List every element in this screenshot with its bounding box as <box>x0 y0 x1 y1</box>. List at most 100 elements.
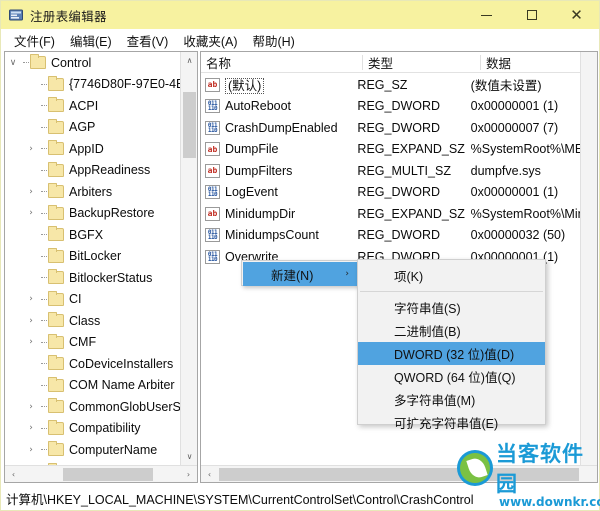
folder-icon <box>48 75 64 91</box>
status-bar-path: 计算机\HKEY_LOCAL_MACHINE\SYSTEM\CurrentCon… <box>6 492 474 507</box>
tree-item[interactable]: › BackupRestore <box>5 203 180 225</box>
tree-item[interactable]: AppReadiness <box>5 160 180 182</box>
close-button[interactable]: ✕ <box>554 1 599 29</box>
tree-item-label: COM Name Arbiter <box>69 378 175 392</box>
tree-item[interactable]: BGFX <box>5 224 180 246</box>
value-name: LogEvent <box>225 185 278 200</box>
tree-item[interactable]: › Arbiters <box>5 181 180 203</box>
values-scroll-left-icon[interactable]: ‹ <box>201 466 218 483</box>
folder-icon <box>48 204 64 220</box>
chevron-right-icon[interactable]: › <box>23 208 39 218</box>
chevron-right-icon[interactable]: › <box>23 423 39 433</box>
minimize-button[interactable] <box>464 1 509 29</box>
submenu-item[interactable]: 二进制值(B) <box>358 319 545 342</box>
values-scroll-up-icon[interactable] <box>581 52 597 69</box>
close-icon: ✕ <box>570 5 583 24</box>
menu-favorites[interactable]: 收藏夹(A) <box>177 29 246 52</box>
tree-hscroll-thumb[interactable] <box>63 468 153 481</box>
values-vertical-scrollbar[interactable] <box>580 52 597 465</box>
value-row[interactable]: 011 110 AutoReboot REG_DWORD 0x00000001 (1) <box>201 96 581 118</box>
tree-connector <box>39 126 48 128</box>
tree-horizontal-scrollbar[interactable]: ‹ › <box>5 465 197 482</box>
column-header-data-label: 数据 <box>486 56 512 71</box>
folder-icon <box>48 441 64 457</box>
folder-icon <box>48 226 64 242</box>
value-data: (数值未设置) <box>470 79 542 94</box>
column-header-name[interactable]: 名称 <box>201 52 363 73</box>
scroll-up-icon[interactable]: ∧ <box>181 52 197 69</box>
submenu-item[interactable]: 可扩充字符串值(E) <box>358 411 545 434</box>
chevron-right-icon[interactable]: › <box>23 445 39 455</box>
menu-help[interactable]: 帮助(H) <box>246 29 303 52</box>
string-value-icon: ab <box>205 142 220 157</box>
tree-vertical-scrollbar[interactable]: ∧ ∨ <box>180 52 197 465</box>
tree-item-label: BitlockerStatus <box>69 270 153 285</box>
tree-item-label: ComputerName <box>69 442 158 457</box>
tree-item[interactable]: › CommonGlobUserSett <box>5 396 180 418</box>
tree-item[interactable]: BitLocker <box>5 246 180 268</box>
tree-item-label: BackupRestore <box>69 206 155 220</box>
values-horizontal-scrollbar[interactable]: ‹ <box>201 465 597 482</box>
value-row[interactable]: 011 110 LogEvent REG_DWORD 0x00000001 (1) <box>201 182 581 204</box>
tree-item[interactable]: › Class <box>5 310 180 332</box>
chevron-right-icon[interactable]: › <box>23 337 39 347</box>
value-row[interactable]: ab MinidumpDir REG_EXPAND_SZ %SystemRoot%\M… <box>201 203 581 225</box>
tree-connector <box>39 277 48 279</box>
folder-icon <box>48 333 64 349</box>
tree-item-label: Class <box>69 313 101 328</box>
submenu-item[interactable]: DWORD (32 位)值(D) <box>358 342 545 365</box>
value-type: REG_EXPAND_SZ <box>357 142 465 157</box>
chevron-right-icon[interactable]: › <box>23 316 39 326</box>
tree-item[interactable]: › CI <box>5 289 180 311</box>
value-data: 0x00000007 (7) <box>470 120 559 135</box>
menu-edit[interactable]: 编辑(E) <box>64 29 121 52</box>
column-header-data[interactable]: 数据 <box>481 52 581 73</box>
tree-item[interactable]: ACPI <box>5 95 180 117</box>
value-row[interactable]: ab DumpFilters REG_MULTI_SZ dumpfve.sys <box>201 160 581 182</box>
menu-file[interactable]: 文件(F) <box>8 29 64 52</box>
tree-item[interactable]: ∨ Control <box>5 52 180 74</box>
tree-item-label: Arbiters <box>69 184 113 199</box>
binary-value-icon: 011 110 <box>205 185 220 200</box>
tree-item[interactable]: BitlockerStatus <box>5 267 180 289</box>
tree-connector <box>39 105 48 107</box>
chevron-right-icon[interactable]: › <box>23 402 39 412</box>
tree-item[interactable]: {7746D80F-97E0-4E26- <box>5 74 180 96</box>
tree-item[interactable]: › Compatibility <box>5 418 180 440</box>
tree-item[interactable]: › ComputerName <box>5 439 180 461</box>
value-row[interactable]: 011 110 CrashDumpEnabled REG_DWORD 0x0000000… <box>201 117 581 139</box>
tree-item[interactable]: COM Name Arbiter <box>5 375 180 397</box>
folder-icon <box>30 54 46 70</box>
chevron-right-icon[interactable]: › <box>23 294 39 304</box>
tree-connector <box>21 62 30 64</box>
context-menu-item-new[interactable]: 新建(N) › <box>243 262 358 286</box>
menu-view[interactable]: 查看(V) <box>121 29 178 52</box>
chevron-right-icon[interactable]: › <box>23 187 39 197</box>
tree-item[interactable]: › AppID <box>5 138 180 160</box>
folder-icon <box>48 97 64 113</box>
scroll-left-icon[interactable]: ‹ <box>5 466 22 483</box>
value-row[interactable]: ab (默认) REG_SZ (数值未设置) <box>201 74 581 96</box>
scroll-right-icon[interactable]: › <box>180 466 197 483</box>
submenu-item[interactable]: 多字符串值(M) <box>358 388 545 411</box>
submenu-item[interactable]: 项(K) <box>358 264 545 287</box>
maximize-button[interactable] <box>509 1 554 29</box>
submenu-item[interactable]: 字符串值(S) <box>358 296 545 319</box>
chevron-right-icon[interactable]: › <box>23 144 39 154</box>
values-scroll-down-icon[interactable] <box>581 448 597 465</box>
tree-item[interactable]: AGP <box>5 117 180 139</box>
values-hscroll-thumb[interactable] <box>219 468 579 481</box>
registry-tree-pane: ∨ Control {7746D80F-97E0-4E26- ACPI AGP › AppI… <box>4 51 198 483</box>
submenu-item[interactable]: QWORD (64 位)值(Q) <box>358 365 545 388</box>
folder-icon <box>48 398 64 414</box>
column-header-type[interactable]: 类型 <box>363 52 481 73</box>
scroll-down-icon[interactable]: ∨ <box>181 448 197 465</box>
value-row[interactable]: ab DumpFile REG_EXPAND_SZ %SystemRoot%\MEM <box>201 139 581 161</box>
value-row[interactable]: 011 110 MinidumpsCount REG_DWORD 0x00000032 … <box>201 225 581 247</box>
tree-scroll-thumb[interactable] <box>183 92 196 158</box>
tree-item-label: CommonGlobUserSett <box>69 399 180 414</box>
tree-item[interactable]: CoDeviceInstallers <box>5 353 180 375</box>
folder-icon <box>48 269 64 285</box>
tree-item[interactable]: › CMF <box>5 332 180 354</box>
chevron-down-icon[interactable]: ∨ <box>5 58 21 68</box>
